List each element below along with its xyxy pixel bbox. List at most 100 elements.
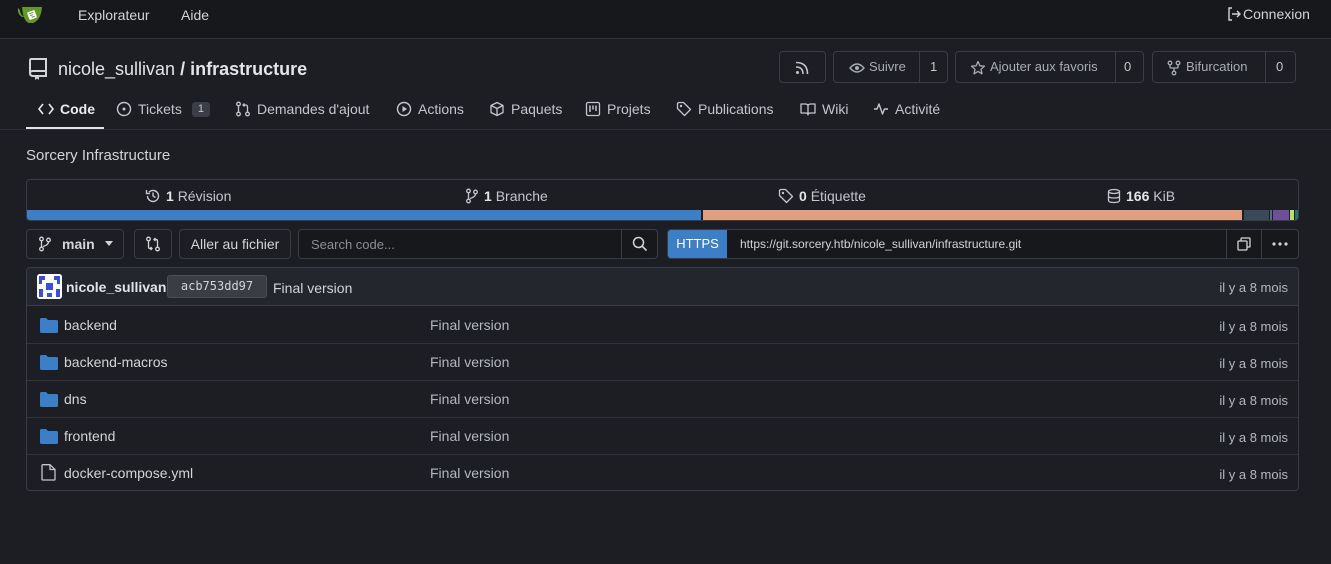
folder-icon [40, 429, 58, 444]
commits-stat[interactable]: 1 Révision [145, 188, 231, 204]
language-bar-segment-4[interactable] [1270, 210, 1272, 220]
language-bar-segment-7[interactable] [1295, 210, 1298, 220]
latest-commit-row: nicole_sullivan acb753dd97 Final version… [27, 268, 1298, 306]
rss-button[interactable] [779, 51, 826, 83]
fork-count[interactable]: 0 [1276, 52, 1283, 82]
tags-label: Étiquette [810, 188, 866, 204]
search-icon [632, 236, 648, 252]
commit-sha-badge[interactable]: acb753dd97 [167, 275, 267, 298]
commit-message[interactable]: Final version [273, 280, 352, 296]
file-row-frontend[interactable]: frontend Final version il y a 8 mois [27, 418, 1298, 455]
signin-link[interactable]: Connexion [1227, 6, 1310, 22]
language-bar-segment-3[interactable] [1244, 210, 1269, 220]
copy-icon [1237, 237, 1251, 251]
history-icon [145, 189, 160, 203]
size-value: 166 [1126, 188, 1150, 204]
chevron-down-icon [104, 241, 113, 246]
repo-name-link[interactable]: infrastructure [190, 59, 307, 79]
file-commit-message[interactable]: Final version [430, 465, 509, 481]
file-row-backend-macros[interactable]: backend-macros Final version il y a 8 mo… [27, 344, 1298, 381]
file-name-link[interactable]: frontend [64, 428, 115, 444]
star-count[interactable]: 0 [1124, 52, 1131, 82]
tab-tickets[interactable]: Tickets 1 [116, 100, 210, 118]
tab-wiki[interactable]: Wiki [800, 100, 848, 118]
size-unit: KiB [1153, 188, 1176, 204]
code-search-input[interactable] [299, 230, 623, 258]
file-name-link[interactable]: backend-macros [64, 354, 168, 370]
compare-button[interactable] [134, 229, 172, 259]
tab-activity[interactable]: Activité [873, 100, 940, 118]
language-bar-segment-2[interactable] [703, 210, 1242, 220]
tab-releases-label: Publications [698, 101, 774, 117]
tab-pull-requests[interactable]: Demandes d'ajout [235, 100, 369, 118]
star-divider [1115, 52, 1116, 82]
tab-packages[interactable]: Paquets [489, 100, 562, 118]
repo-owner-link[interactable]: nicole_sullivan [58, 59, 175, 79]
file-commit-time: il y a 8 mois [1219, 467, 1288, 482]
top-navbar: Explorateur Aide Connexion [0, 0, 1331, 39]
tab-tickets-label: Tickets [138, 101, 182, 117]
file-row-docker-compose[interactable]: docker-compose.yml Final version il y a … [27, 455, 1298, 490]
https-toggle[interactable]: HTTPS [668, 230, 727, 258]
language-bar-segment-1[interactable] [27, 210, 701, 220]
file-icon [41, 464, 56, 481]
clone-panel: HTTPS https://git.sorcery.htb/nicole_sul… [667, 229, 1299, 259]
more-options-button[interactable] [1262, 230, 1298, 258]
repo-title: nicole_sullivan / infrastructure [58, 59, 307, 80]
pull-request-icon [236, 101, 250, 117]
branch-icon [466, 188, 478, 204]
clone-url-input[interactable]: https://git.sorcery.htb/nicole_sullivan/… [740, 237, 1021, 251]
file-list: nicole_sullivan acb753dd97 Final version… [26, 267, 1299, 491]
tab-actions[interactable]: Actions [396, 100, 464, 118]
branches-label: Branche [495, 188, 548, 204]
folder-icon [40, 392, 58, 407]
fork-label: Bifurcation [1186, 59, 1248, 74]
tab-pull-requests-label: Demandes d'ajout [257, 101, 370, 117]
branches-count: 1 [484, 188, 492, 204]
file-row-dns[interactable]: dns Final version il y a 8 mois [27, 381, 1298, 418]
tab-releases[interactable]: Publications [676, 100, 774, 118]
search-button[interactable] [622, 230, 658, 258]
repo-separator: / [180, 59, 186, 79]
tags-stat[interactable]: 0 Étiquette [778, 188, 866, 204]
tab-projects[interactable]: Projets [585, 100, 651, 118]
goto-file-button[interactable]: Aller au fichier [179, 229, 291, 259]
commits-label: Révision [177, 188, 232, 204]
eye-icon [849, 63, 865, 73]
tag-icon [676, 101, 692, 117]
star-button[interactable]: Ajouter aux favoris 0 [955, 51, 1144, 83]
tag-icon [778, 188, 794, 204]
package-icon [490, 101, 504, 117]
copy-url-button[interactable] [1227, 230, 1261, 258]
branches-stat[interactable]: 1 Branche [465, 188, 548, 204]
tab-code[interactable]: Code [38, 100, 95, 118]
avatar[interactable] [37, 274, 62, 299]
watch-button[interactable]: Suivre 1 [833, 51, 948, 83]
file-name-link[interactable]: docker-compose.yml [64, 465, 193, 481]
nav-explore-link[interactable]: Explorateur [78, 6, 150, 24]
file-commit-message[interactable]: Final version [430, 428, 509, 444]
kebab-horizontal-icon [1272, 242, 1288, 246]
file-name-link[interactable]: dns [64, 391, 87, 407]
pulse-icon [874, 103, 888, 115]
language-bar-segment-6[interactable] [1290, 210, 1294, 220]
tabs-divider [0, 129, 1331, 130]
watch-count[interactable]: 1 [930, 52, 937, 82]
file-commit-message[interactable]: Final version [430, 391, 509, 407]
tab-code-label: Code [60, 101, 95, 117]
commits-count: 1 [166, 188, 174, 204]
file-name-link[interactable]: backend [64, 317, 117, 333]
fork-button[interactable]: Bifurcation 0 [1152, 51, 1296, 83]
branch-selector[interactable]: main [26, 229, 124, 259]
play-icon [396, 101, 412, 117]
file-commit-message[interactable]: Final version [430, 354, 509, 370]
file-commit-time: il y a 8 mois [1219, 319, 1288, 334]
nav-help-link[interactable]: Aide [181, 6, 209, 24]
file-commit-message[interactable]: Final version [430, 317, 509, 333]
language-bar-segment-5[interactable] [1273, 210, 1289, 220]
commit-author[interactable]: nicole_sullivan [66, 279, 166, 295]
file-row-backend[interactable]: backend Final version il y a 8 mois [27, 307, 1298, 344]
watch-label: Suivre [869, 59, 906, 74]
repo-stats-box: 1 Révision 1 Branche 0 Étiquette 166 KiB [26, 179, 1299, 221]
gitea-logo-icon[interactable] [17, 4, 45, 26]
